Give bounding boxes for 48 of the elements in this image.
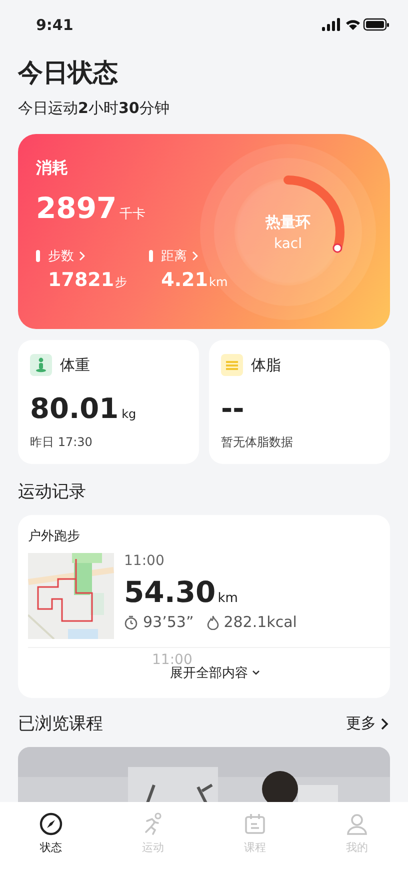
battery-icon <box>363 18 389 31</box>
more-link[interactable]: 更多 <box>346 714 390 733</box>
signal-icon <box>322 18 340 31</box>
chevron-icon <box>191 251 200 261</box>
body-value: -- <box>221 392 244 425</box>
chevron-icon <box>78 251 86 261</box>
stat-unit: km <box>209 275 228 289</box>
status-time: 9:41 <box>35 16 74 34</box>
stat-unit: 步 <box>115 274 128 291</box>
calorie-value: 2897 <box>36 191 117 225</box>
card-title: 体重 <box>60 356 90 374</box>
record-time: 11:00 <box>124 553 166 569</box>
body-unit: kg <box>122 407 136 421</box>
record-type: 户外跑步 <box>28 529 80 544</box>
body-note: 暂无体脂数据 <box>221 434 294 451</box>
ring-label: 热量环 <box>266 212 310 232</box>
scale-icon <box>30 354 52 376</box>
page-title: 今日状态 <box>18 57 119 89</box>
flame-icon <box>206 614 219 630</box>
stat-marker <box>36 250 40 262</box>
tab[interactable]: 状态 <box>0 812 102 855</box>
body-card[interactable]: 体脂 -- 暂无体脂数据 <box>209 340 390 464</box>
calorie-unit: 千卡 <box>120 206 146 223</box>
wifi-icon <box>346 20 360 30</box>
stopwatch-icon <box>124 614 138 630</box>
body-card[interactable]: 体重 80.01 kg 昨日 17:30 <box>18 340 199 464</box>
calorie-label: 消耗 <box>36 158 69 179</box>
person-icon <box>345 812 369 836</box>
activity-summary: 今日运动2小时30分钟 <box>18 99 170 118</box>
stat-marker <box>149 250 154 262</box>
lines-icon <box>221 354 243 376</box>
ring-unit: kacl <box>274 236 302 252</box>
record-row[interactable]: 11:00 54.30 km 93’53” 282.1kcal <box>28 553 390 648</box>
chevron-icon <box>380 716 390 730</box>
stat-value: 17821 <box>48 269 114 291</box>
calendar-icon <box>243 812 267 836</box>
body-note: 昨日 17:30 <box>30 434 94 451</box>
distance-value: 54.30 <box>124 575 216 609</box>
section-title: 运动记录 <box>18 481 87 503</box>
body-value: 80.01 <box>30 392 119 425</box>
calories: 282.1kcal <box>224 613 297 631</box>
stat-value: 4.21 <box>161 269 208 291</box>
card-title: 体脂 <box>251 356 281 374</box>
section-title: 已浏览课程 <box>18 713 103 735</box>
compass-icon <box>39 812 63 836</box>
distance-unit: km <box>218 591 238 606</box>
duration: 93’53” <box>143 613 194 631</box>
chevron-icon <box>251 669 261 677</box>
